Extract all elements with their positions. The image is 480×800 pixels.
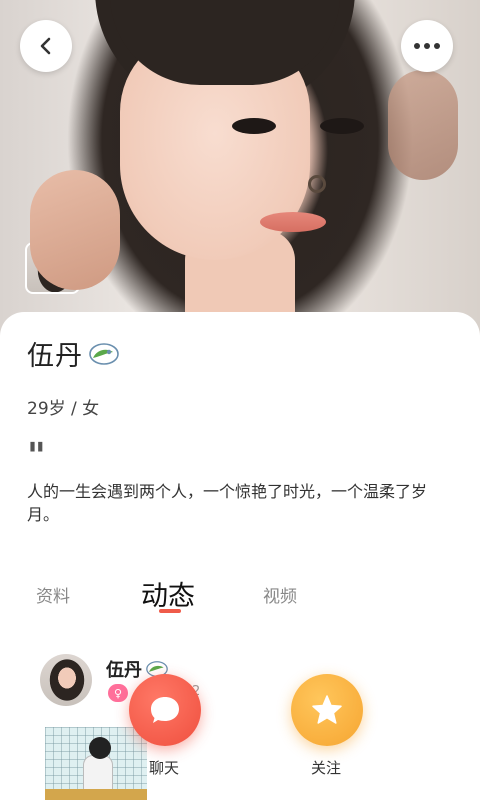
post-author-avatar[interactable] xyxy=(40,654,92,706)
profile-name: 伍丹 xyxy=(27,341,83,372)
age-gender-text: 29岁 / 女 xyxy=(27,399,100,419)
chat-button-label[interactable]: 聊天 xyxy=(149,757,179,778)
profile-card: 伍丹 29岁 / 女 " 人的一生会遇到两个人，一个惊艳了时光，一个温柔了岁月。… xyxy=(0,312,480,800)
tab-moments[interactable]: 动态 xyxy=(141,574,195,613)
chevron-left-icon xyxy=(40,37,51,55)
chat-button[interactable] xyxy=(129,674,201,746)
name-row: 伍丹 xyxy=(27,334,119,373)
star-icon xyxy=(312,695,342,724)
post-image[interactable] xyxy=(45,727,147,800)
follow-button[interactable] xyxy=(291,674,363,746)
profile-tabs: 资料 动态 视频 xyxy=(0,574,480,614)
active-tab-indicator xyxy=(159,609,181,613)
leaf-badge-icon xyxy=(89,342,119,365)
bio-text: 人的一生会遇到两个人，一个惊艳了时光，一个温柔了岁月。 xyxy=(27,482,428,524)
back-button[interactable] xyxy=(20,20,72,72)
tab-videos[interactable]: 视频 xyxy=(263,582,297,607)
quote-mark: " xyxy=(27,436,46,477)
chat-bubble-icon xyxy=(151,697,179,723)
more-horizontal-icon xyxy=(414,43,440,49)
gender-badge: ♀ xyxy=(108,684,129,702)
follow-button-label[interactable]: 关注 xyxy=(311,757,341,778)
tab-profile-info[interactable]: 资料 xyxy=(36,582,70,607)
female-icon: ♀ xyxy=(114,686,123,700)
more-button[interactable] xyxy=(401,20,453,72)
post-author-name: 伍丹 xyxy=(106,660,142,681)
